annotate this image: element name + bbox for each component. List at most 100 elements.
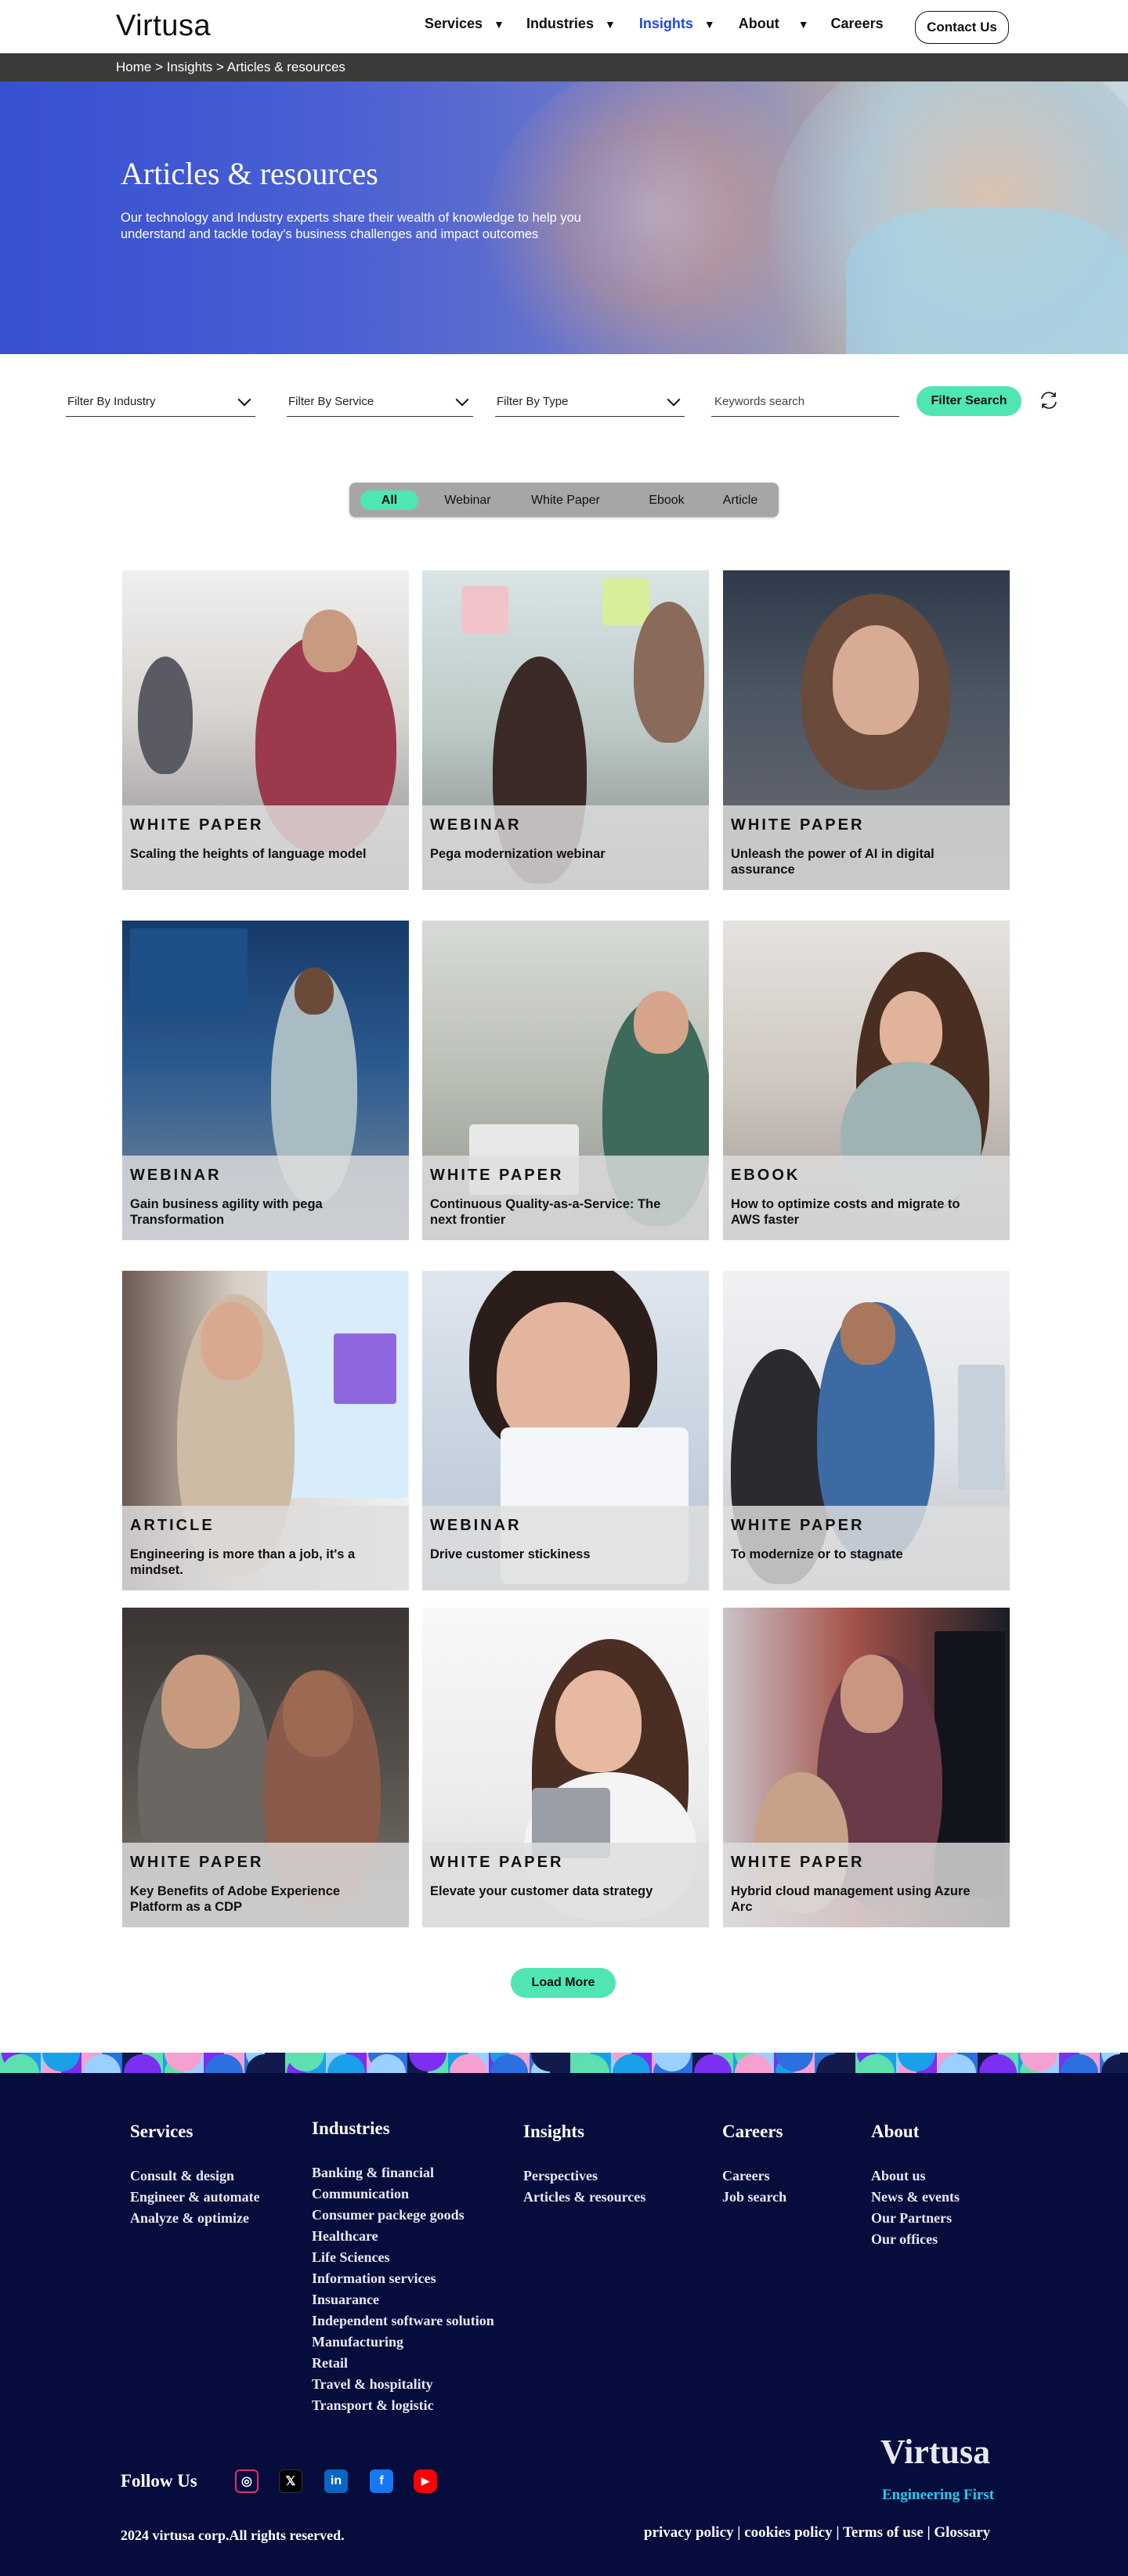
load-more-button[interactable]: Load More: [511, 1968, 616, 1998]
footer-link[interactable]: Life Sciences: [312, 2247, 494, 2268]
facebook-icon[interactable]: f: [370, 2469, 393, 2493]
nav-industries[interactable]: Industries ▼: [526, 16, 616, 32]
footer-link[interactable]: Manufacturing: [312, 2332, 494, 2353]
card-caption: WHITE PAPER Continuous Quality-as-a-Serv…: [422, 1156, 709, 1240]
footer-link[interactable]: News & events: [871, 2187, 960, 2208]
tab-article[interactable]: Article: [707, 490, 774, 510]
resource-card[interactable]: WEBINAR Pega modernization webinar: [422, 570, 709, 890]
refresh-icon[interactable]: [1037, 389, 1061, 412]
tab-white-paper[interactable]: White Paper: [519, 490, 613, 510]
footer-logo[interactable]: Virtusa: [880, 2432, 990, 2472]
footer-col-services: Services Consult & design Engineer & aut…: [130, 2122, 260, 2229]
card-caption: WHITE PAPER Unleash the power of AI in d…: [723, 805, 1010, 890]
card-photo-sticky-note: [602, 578, 649, 625]
filter-search-button[interactable]: Filter Search: [916, 386, 1021, 416]
nav-about[interactable]: About ▼: [739, 16, 809, 32]
card-caption: WEBINAR Gain business agility with pega …: [122, 1156, 409, 1240]
footer-link[interactable]: Analyze & optimize: [130, 2208, 260, 2229]
chevron-down-icon: ▼: [604, 17, 616, 31]
site-logo[interactable]: Virtusa: [116, 9, 211, 43]
footer-link[interactable]: Travel & hospitality: [312, 2374, 494, 2395]
card-photo-face: [634, 991, 689, 1054]
card-caption: WHITE PAPER Key Benefits of Adobe Experi…: [122, 1843, 409, 1927]
footer-link[interactable]: Engineer & automate: [130, 2187, 260, 2208]
nav-careers[interactable]: Careers: [831, 16, 884, 32]
card-type: EBOOK: [731, 1167, 801, 1184]
site-footer: Services Consult & design Engineer & aut…: [0, 2073, 1128, 2576]
footer-heading: Industries: [312, 2118, 390, 2138]
resource-card[interactable]: WEBINAR Gain business agility with pega …: [122, 921, 409, 1240]
footer-link[interactable]: Information services: [312, 2268, 494, 2289]
footer-link[interactable]: Retail: [312, 2353, 494, 2374]
footer-link[interactable]: About us: [871, 2165, 960, 2187]
resource-card[interactable]: WHITE PAPER Elevate your customer data s…: [422, 1608, 709, 1927]
footer-link[interactable]: Independent software solution: [312, 2310, 494, 2332]
linkedin-icon[interactable]: in: [324, 2469, 348, 2493]
legal-links[interactable]: privacy policy | cookies policy | Terms …: [644, 2524, 990, 2542]
resource-card[interactable]: WHITE PAPER Continuous Quality-as-a-Serv…: [422, 921, 709, 1240]
resource-card[interactable]: EBOOK How to optimize costs and migrate …: [723, 921, 1010, 1240]
card-photo-screen: [130, 928, 248, 1015]
footer-link[interactable]: Perspectives: [523, 2165, 645, 2187]
instagram-icon[interactable]: ◎: [235, 2469, 258, 2493]
tab-webinar[interactable]: Webinar: [431, 490, 504, 510]
tab-all[interactable]: All: [360, 490, 418, 510]
resource-card[interactable]: WEBINAR Drive customer stickiness: [422, 1271, 709, 1590]
footer-link[interactable]: Our Partners: [871, 2208, 960, 2229]
filter-type-label: Filter By Type: [497, 395, 569, 408]
nav-services[interactable]: Services ▼: [425, 16, 504, 32]
card-type: WHITE PAPER: [130, 816, 264, 834]
filter-type-select[interactable]: Filter By Type: [495, 387, 685, 417]
footer-link[interactable]: Articles & resources: [523, 2187, 645, 2208]
hero-subtitle: Our technology and Industry experts shar…: [121, 211, 581, 241]
footer-link[interactable]: Insuarance: [312, 2289, 494, 2310]
footer-link[interactable]: Transport & logistic: [312, 2395, 494, 2416]
footer-heading: Careers: [722, 2122, 783, 2141]
chevron-down-icon: ▼: [797, 17, 809, 31]
card-type: WHITE PAPER: [130, 1854, 264, 1871]
nav-about-label: About: [738, 16, 779, 31]
card-photo-face: [295, 968, 334, 1015]
footer-link[interactable]: Healthcare: [312, 2226, 494, 2247]
resource-card[interactable]: WHITE PAPER To modernize or to stagnate: [723, 1271, 1010, 1590]
card-title: Key Benefits of Adobe Experience Platfor…: [130, 1884, 341, 1914]
follow-us-label: Follow Us: [121, 2471, 197, 2491]
card-title: Gain business agility with pega Transfor…: [130, 1197, 323, 1227]
footer-link[interactable]: Careers: [722, 2165, 786, 2187]
filter-service-select[interactable]: Filter By Service: [287, 387, 473, 417]
card-caption: WHITE PAPER Elevate your customer data s…: [422, 1843, 709, 1927]
nav-insights[interactable]: Insights ▼: [639, 16, 715, 32]
card-photo-face: [302, 610, 357, 672]
resource-card[interactable]: ARTICLE Engineering is more than a job, …: [122, 1271, 409, 1590]
resource-card[interactable]: WHITE PAPER Scaling the heights of langu…: [122, 570, 409, 890]
footer-link[interactable]: Consult & design: [130, 2165, 260, 2187]
resource-card[interactable]: WHITE PAPER Hybrid cloud management usin…: [723, 1608, 1010, 1927]
footer-link[interactable]: Our offices: [871, 2229, 960, 2250]
breadcrumb[interactable]: Home > Insights > Articles & resources: [116, 60, 345, 75]
keyword-search-input[interactable]: [711, 387, 899, 417]
tab-ebook[interactable]: Ebook: [631, 490, 702, 510]
card-title: Scaling the heights of language model: [130, 847, 367, 861]
hero-banner: Articles & resources Our technology and …: [0, 81, 1128, 354]
footer-link[interactable]: Banking & financial: [312, 2162, 494, 2183]
nav-careers-label: Careers: [830, 16, 884, 31]
filter-industry-select[interactable]: Filter By Industry: [66, 387, 255, 417]
nav-services-label: Services: [425, 16, 483, 31]
x-icon[interactable]: 𝕏: [279, 2469, 302, 2493]
chevron-down-icon: [667, 393, 681, 406]
youtube-icon[interactable]: ▶: [414, 2469, 437, 2493]
footer-link[interactable]: Communication: [312, 2183, 494, 2205]
card-title: Continuous Quality-as-a-Service: The nex…: [430, 1197, 661, 1227]
card-type: WHITE PAPER: [731, 1517, 865, 1534]
resource-card[interactable]: WHITE PAPER Key Benefits of Adobe Experi…: [122, 1608, 409, 1927]
footer-col-careers: Careers Careers Job search: [722, 2122, 786, 2208]
card-photo-sticky-note: [461, 586, 508, 633]
card-title: Hybrid cloud management using Azure Arc: [731, 1884, 971, 1914]
resource-card[interactable]: WHITE PAPER Unleash the power of AI in d…: [723, 570, 1010, 890]
footer-link[interactable]: Job search: [722, 2187, 786, 2208]
footer-link[interactable]: Consumer packege goods: [312, 2205, 494, 2226]
contact-us-button[interactable]: Contact Us: [915, 11, 1009, 44]
footer-col-about: About About us News & events Our Partner…: [871, 2122, 960, 2250]
footer-col-insights: Insights Perspectives Articles & resourc…: [523, 2122, 645, 2208]
card-type: WEBINAR: [430, 1517, 522, 1534]
